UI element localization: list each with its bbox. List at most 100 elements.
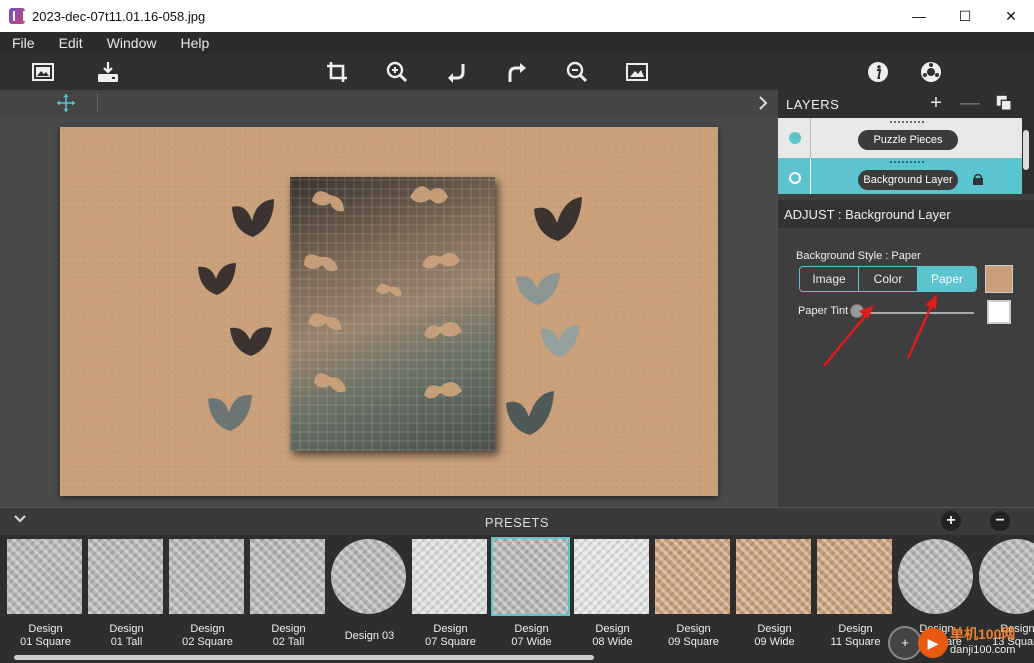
- menu-edit[interactable]: Edit: [47, 32, 95, 54]
- preset-item[interactable]: Design 01 Tall: [86, 539, 163, 654]
- plus-icon: +: [888, 626, 922, 660]
- divider: [810, 158, 811, 198]
- style-color-button[interactable]: Color: [859, 267, 918, 291]
- preset-caption: Design 07 Wide: [511, 623, 552, 648]
- butterfly-cutouts-icon: [304, 186, 462, 399]
- title-bar: 2023-dec-07t11.01.16-058.jpg — ☐ ✕: [0, 0, 1034, 32]
- preset-thumbnail: [655, 539, 730, 614]
- duplicate-layer-icon[interactable]: [994, 94, 1014, 114]
- save-icon[interactable]: [94, 58, 122, 86]
- window-title: 2023-dec-07t11.01.16-058.jpg: [32, 8, 206, 24]
- crop-icon[interactable]: [323, 58, 351, 86]
- preset-item[interactable]: Design 09 Wide: [734, 539, 811, 654]
- layers-panel: LAYERS + — Puzzle Pieces Background Laye…: [778, 90, 1034, 198]
- preset-caption: Design 08 Wide: [592, 623, 633, 648]
- preset-item[interactable]: Design 07 Square: [410, 539, 487, 654]
- puzzle-photo[interactable]: [290, 177, 495, 451]
- preset-thumbnail: [7, 539, 82, 614]
- add-layer-button[interactable]: +: [926, 93, 946, 114]
- menu-window[interactable]: Window: [95, 32, 169, 54]
- paper-canvas[interactable]: [60, 127, 718, 496]
- preset-thumbnail: [331, 539, 406, 614]
- layer-row-background[interactable]: Background Layer: [778, 158, 1022, 198]
- add-preset-button[interactable]: +: [941, 511, 961, 531]
- menu-bar: File Edit Window Help: [0, 32, 1034, 54]
- zoom-in-icon[interactable]: [383, 58, 411, 86]
- visibility-toggle[interactable]: [789, 172, 801, 184]
- zoom-out-icon[interactable]: [563, 58, 591, 86]
- butterfly-dark-4: [534, 197, 582, 241]
- preset-item[interactable]: Design 02 Square: [167, 539, 244, 654]
- background-style-selector: Image Color Paper: [799, 266, 977, 292]
- preset-thumbnail: [250, 539, 325, 614]
- layers-scrollbar[interactable]: [1023, 130, 1029, 170]
- paper-tint-swatch[interactable]: [987, 300, 1011, 324]
- toolbar-separator: [97, 93, 98, 111]
- preset-thumbnail: [88, 539, 163, 614]
- paper-tint-label: Paper Tint: [798, 305, 849, 317]
- chevron-right-icon[interactable]: [756, 93, 770, 113]
- preset-item[interactable]: Design 11 Square: [815, 539, 892, 654]
- preset-caption: Design 07 Square: [425, 623, 476, 648]
- preset-thumbnail: [979, 539, 1034, 614]
- adjust-title: ADJUST : Background Layer: [784, 207, 951, 222]
- paper-swatch[interactable]: [985, 265, 1013, 293]
- app-icon: [9, 8, 25, 24]
- menu-file[interactable]: File: [0, 32, 47, 54]
- canvas-toolbar: [0, 90, 778, 116]
- preset-item-selected[interactable]: Design 07 Wide: [491, 537, 570, 654]
- fit-image-icon[interactable]: [623, 58, 651, 86]
- preset-item[interactable]: Design 09 Square: [653, 539, 730, 654]
- lock-icon[interactable]: [972, 172, 984, 185]
- preset-thumbnail: [574, 539, 649, 614]
- rotate-left-icon[interactable]: [443, 58, 471, 86]
- divider: [810, 118, 811, 158]
- minimize-button[interactable]: —: [896, 0, 942, 32]
- watermark-site: danji100.com: [950, 644, 1016, 656]
- open-image-icon[interactable]: [29, 58, 57, 86]
- preset-caption: Design 02 Square: [182, 623, 233, 648]
- presets-scrollbar[interactable]: [14, 655, 594, 660]
- style-paper-button[interactable]: Paper: [918, 267, 976, 291]
- remove-preset-button[interactable]: −: [990, 511, 1010, 531]
- menu-help[interactable]: Help: [168, 32, 221, 54]
- remove-layer-button[interactable]: —: [960, 93, 980, 114]
- presets-bar: PRESETS + −: [0, 507, 1034, 535]
- canvas-area[interactable]: [0, 90, 778, 507]
- butterfly-dark-3: [230, 327, 272, 356]
- paper-tint-slider[interactable]: [854, 312, 974, 314]
- rotate-right-icon[interactable]: [503, 58, 531, 86]
- preset-item[interactable]: Design 03: [329, 539, 406, 654]
- adjust-header: ADJUST : Background Layer: [778, 200, 1034, 228]
- preset-thumbnail: [817, 539, 892, 614]
- preset-item[interactable]: Design 01 Square: [5, 539, 82, 654]
- preset-thumbnail: [412, 539, 487, 614]
- preset-caption: Design 02 Tall: [271, 623, 306, 648]
- preset-item[interactable]: Design 02 Tall: [248, 539, 325, 654]
- preset-caption: Design 03: [344, 630, 395, 642]
- preset-caption: Design 09 Square: [668, 623, 719, 648]
- preset-item[interactable]: Design 08 Wide: [572, 539, 649, 654]
- watermark-brand: 单机100网: [950, 626, 1016, 642]
- layer-row-puzzle-pieces[interactable]: Puzzle Pieces: [778, 118, 1022, 158]
- settings-icon[interactable]: [917, 58, 945, 86]
- move-icon[interactable]: [56, 93, 76, 113]
- paper-tint-slider-knob[interactable]: [850, 304, 864, 318]
- close-button[interactable]: ✕: [988, 0, 1034, 32]
- maximize-button[interactable]: ☐: [942, 0, 988, 32]
- visibility-toggle[interactable]: [789, 132, 801, 144]
- preset-caption: Design 01 Square: [20, 623, 71, 648]
- info-icon[interactable]: [864, 58, 892, 86]
- butterfly-dark-2: [198, 263, 236, 295]
- preset-thumbnail: [491, 537, 570, 616]
- style-image-button[interactable]: Image: [800, 267, 859, 291]
- butterfly-gray-1: [208, 394, 252, 431]
- presets-strip: Design 01 Square Design 01 Tall Design 0…: [0, 535, 1034, 663]
- preset-thumbnail: [169, 539, 244, 614]
- drag-handle: [890, 121, 924, 123]
- butterfly-mixed-1: [506, 391, 554, 435]
- presets-title: PRESETS: [484, 515, 550, 530]
- layer-label: Puzzle Pieces: [858, 130, 958, 150]
- layers-title: LAYERS: [786, 97, 840, 112]
- drag-handle: [890, 161, 924, 163]
